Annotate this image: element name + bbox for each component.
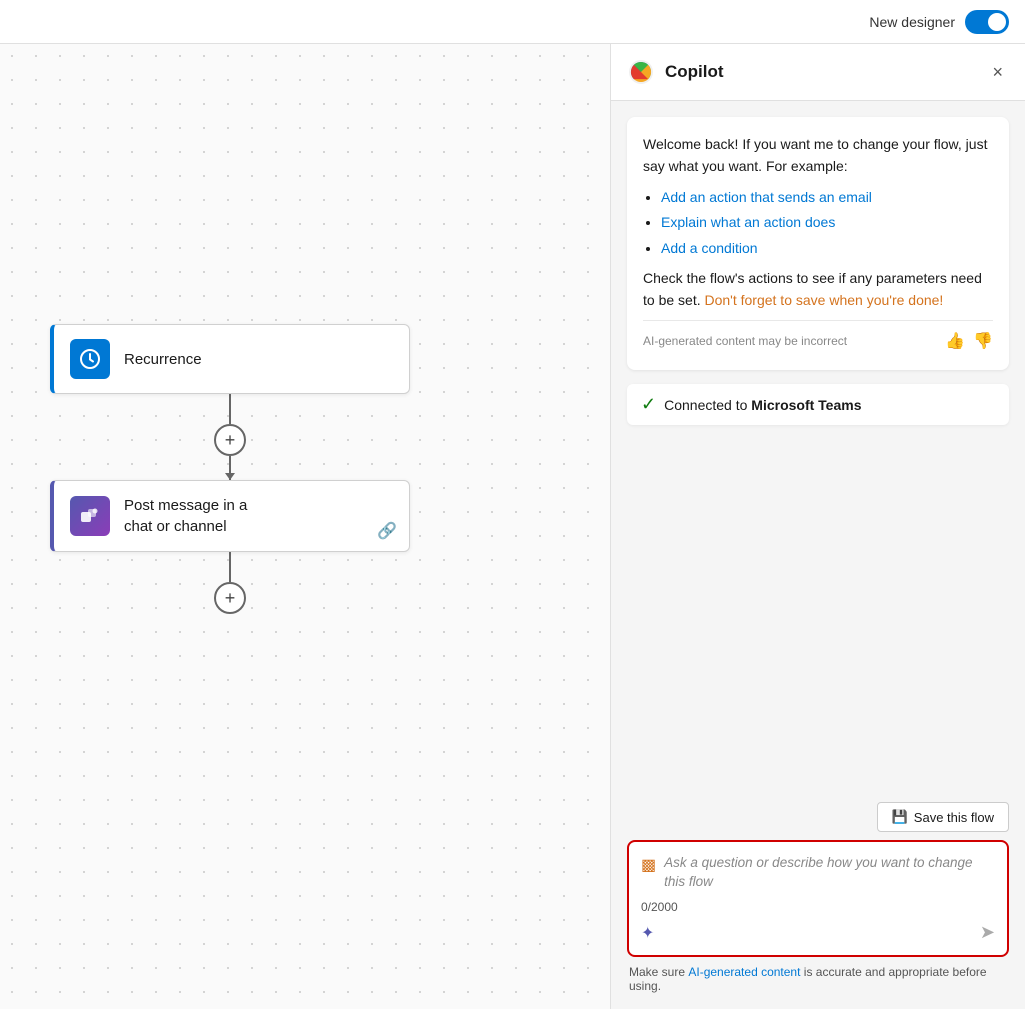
copilot-close-button[interactable]: × [986, 60, 1009, 85]
add-step-button-top[interactable]: + [214, 424, 246, 456]
top-bar: New designer [0, 0, 1025, 44]
copilot-title-row: Copilot [627, 58, 724, 86]
chat-example-3: Add a condition [661, 237, 993, 259]
input-placeholder: Ask a question or describe how you want … [664, 854, 995, 892]
copilot-panel: Copilot × Welcome back! If you want me t… [610, 44, 1025, 1009]
save-icon: 💾 [892, 809, 908, 825]
main-area: Recurrence + Post message in a chat or c… [0, 44, 1025, 1009]
connector-arrow [229, 456, 231, 480]
new-designer-toggle[interactable] [965, 10, 1009, 34]
add-step-button-bottom[interactable]: + [214, 582, 246, 614]
chat-example-2: Explain what an action does [661, 211, 993, 233]
input-bottom-row: ✦ ➤ [641, 922, 995, 943]
post-message-title: Post message in a chat or channel [124, 495, 247, 537]
feedback-icons: 👍 👎 [945, 329, 993, 355]
chat-example-1: Add an action that sends an email [661, 186, 993, 208]
disclaimer: Make sure AI-generated content is accura… [627, 965, 1009, 997]
post-message-node[interactable]: Post message in a chat or channel 🔗 [50, 480, 410, 552]
chat-intro: Welcome back! If you want me to change y… [643, 133, 993, 178]
link-icon: 🔗 [377, 521, 397, 541]
recurrence-node[interactable]: Recurrence [50, 324, 410, 394]
flow-container: Recurrence + Post message in a chat or c… [50, 324, 410, 614]
copilot-header: Copilot × [611, 44, 1025, 101]
input-counter: 0/2000 [641, 900, 995, 914]
recurrence-icon [70, 339, 110, 379]
connector-top [229, 394, 231, 424]
teams-icon [70, 496, 110, 536]
chat-examples-list: Add an action that sends an email Explai… [661, 186, 993, 259]
ai-footer: AI-generated content may be incorrect 👍 … [643, 320, 993, 355]
chat-bubble: Welcome back! If you want me to change y… [627, 117, 1009, 370]
send-icon[interactable]: ➤ [980, 922, 995, 943]
new-designer-label: New designer [869, 14, 955, 30]
copilot-bottom: 💾 Save this flow ▩ Ask a question or des… [611, 792, 1025, 1009]
connected-text: Connected to Microsoft Teams [664, 397, 861, 413]
copilot-title: Copilot [665, 62, 724, 82]
thumbs-down-icon[interactable]: 👎 [973, 329, 993, 355]
ai-disclaimer: AI-generated content may be incorrect [643, 332, 847, 351]
check-circle-icon: ✓ [641, 394, 656, 415]
recurrence-title: Recurrence [124, 351, 202, 368]
connected-banner: ✓ Connected to Microsoft Teams [627, 384, 1009, 425]
connector-bottom [229, 552, 231, 582]
save-flow-button[interactable]: 💾 Save this flow [877, 802, 1009, 832]
copilot-logo-icon [627, 58, 655, 86]
chat-follow-up: Check the flow's actions to see if any p… [643, 267, 993, 312]
chat-input-box[interactable]: ▩ Ask a question or describe how you wan… [627, 840, 1009, 957]
flow-canvas[interactable]: Recurrence + Post message in a chat or c… [0, 44, 610, 1009]
sparkle-icon: ▩ [641, 855, 656, 875]
thumbs-up-icon[interactable]: 👍 [945, 329, 965, 355]
copilot-body: Welcome back! If you want me to change y… [611, 101, 1025, 792]
wand-icon[interactable]: ✦ [641, 923, 654, 943]
input-placeholder-row: ▩ Ask a question or describe how you wan… [641, 854, 995, 892]
